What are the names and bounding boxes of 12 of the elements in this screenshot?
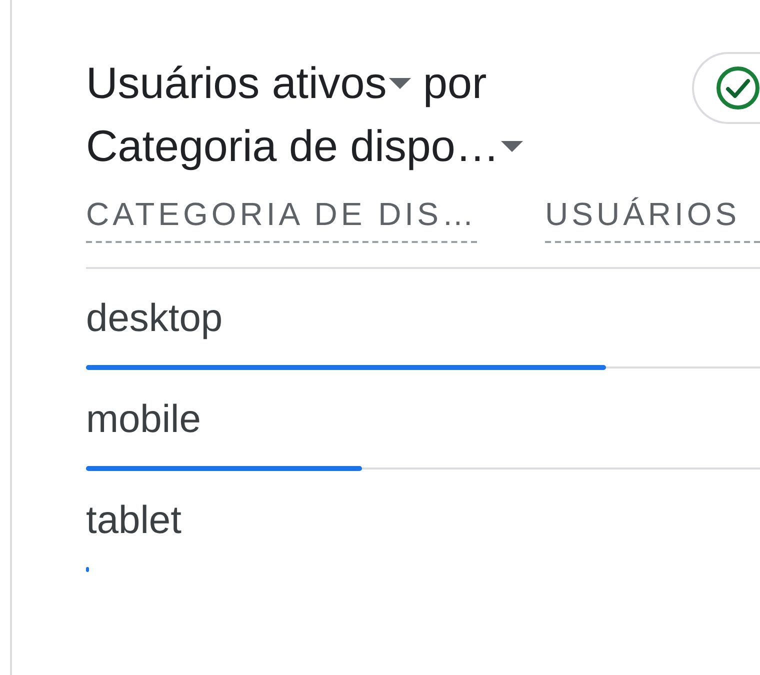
- row-label: tablet: [86, 499, 182, 543]
- dimension-dropdown[interactable]: Categoria de dispo…: [86, 115, 524, 178]
- metric-dropdown[interactable]: Usuários ativos: [86, 52, 411, 115]
- data-quality-button[interactable]: [692, 52, 760, 124]
- check-circle-icon: [716, 66, 760, 110]
- column-header[interactable]: USUÁRIOS: [545, 194, 760, 243]
- caret-icon: [388, 78, 411, 89]
- caret-icon: [501, 141, 524, 152]
- row-label: desktop: [86, 297, 224, 341]
- row-label: mobile: [86, 398, 202, 442]
- title-connector-text: por: [423, 59, 487, 108]
- column-header[interactable]: CATEGORIA DE DIS…: [86, 194, 478, 243]
